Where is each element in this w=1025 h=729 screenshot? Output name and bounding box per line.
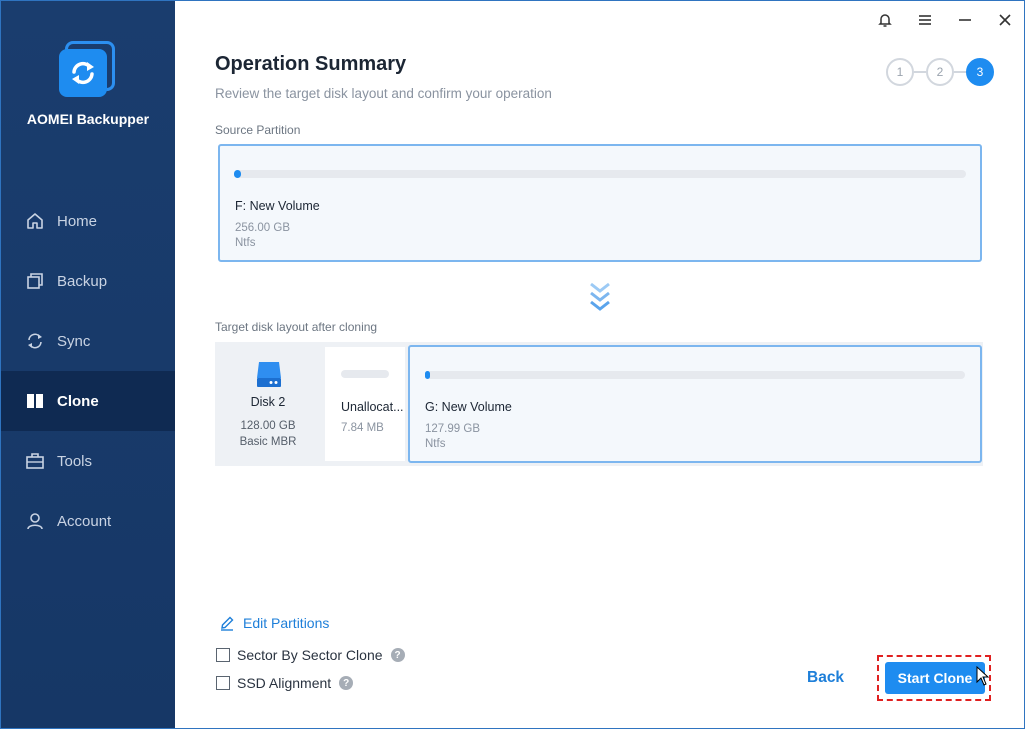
source-usage-bar	[234, 170, 966, 178]
unallocated-bar	[341, 370, 389, 378]
close-icon[interactable]	[994, 9, 1016, 31]
ssd-alignment-label: SSD Alignment	[237, 675, 332, 691]
mouse-cursor-icon	[976, 665, 990, 686]
source-partition-label: Source Partition	[215, 123, 301, 137]
source-volume-name: F: New Volume	[235, 199, 320, 213]
target-layout-label: Target disk layout after cloning	[215, 320, 378, 334]
app-window: AOMEI Backupper Home Backup Sync Clone T…	[0, 0, 1025, 729]
target-usage-bar	[425, 371, 965, 379]
unallocated-name: Unallocat...	[341, 400, 404, 414]
step-3: 3	[966, 58, 994, 86]
edit-partitions-label: Edit Partitions	[243, 615, 330, 631]
sidebar-item-label: Backup	[57, 272, 108, 290]
pencil-icon	[219, 615, 235, 631]
window-controls	[874, 9, 1016, 31]
account-icon	[25, 511, 45, 531]
source-volume-fs: Ntfs	[235, 237, 256, 249]
target-usage-fill	[425, 371, 431, 379]
source-volume-size: 256.00 GB	[235, 222, 290, 234]
sidebar-item-label: Home	[57, 212, 98, 230]
help-icon[interactable]: ?	[390, 648, 405, 662]
sidebar-item-sync[interactable]: Sync	[1, 311, 175, 371]
sync-icon	[25, 331, 45, 351]
sidebar-item-label: Clone	[57, 392, 99, 410]
target-volume-fs: Ntfs	[425, 438, 446, 450]
step-2: 2	[926, 58, 954, 86]
disk-name: Disk 2	[250, 395, 286, 409]
clone-icon	[25, 391, 45, 411]
sidebar-item-backup[interactable]: Backup	[1, 251, 175, 311]
app-name: AOMEI Backupper	[26, 111, 150, 127]
back-button[interactable]: Back	[807, 669, 844, 687]
double-chevron-down-icon	[589, 281, 611, 313]
sector-by-sector-label: Sector By Sector Clone	[237, 647, 383, 663]
sidebar-item-home[interactable]: Home	[1, 191, 175, 251]
start-clone-button[interactable]: Start Clone	[885, 662, 985, 694]
unallocated-partition[interactable]: Unallocat... 7.84 MB	[325, 347, 405, 461]
source-usage-fill	[234, 170, 242, 178]
sidebar-item-tools[interactable]: Tools	[1, 431, 175, 491]
sector-by-sector-checkbox[interactable]	[216, 648, 230, 662]
sidebar: AOMEI Backupper Home Backup Sync Clone T…	[1, 1, 175, 728]
tools-icon	[25, 451, 45, 471]
sidebar-item-label: Tools	[57, 452, 93, 470]
menu-icon[interactable]	[914, 9, 936, 31]
target-disk-layout: Disk 2 128.00 GB Basic MBR Unallocat... …	[215, 342, 983, 466]
sidebar-item-label: Account	[57, 512, 112, 530]
sidebar-item-label: Sync	[57, 332, 91, 350]
bell-icon[interactable]	[874, 9, 896, 31]
app-logo-icon	[57, 39, 119, 101]
sidebar-nav: Home Backup Sync Clone Tools Account	[1, 191, 175, 551]
sidebar-item-clone[interactable]: Clone	[1, 371, 175, 431]
step-indicator: 1 2 3	[886, 58, 994, 86]
step-connector	[954, 71, 966, 73]
source-partition-card[interactable]: F: New Volume 256.00 GB Ntfs	[218, 144, 982, 262]
ssd-alignment-checkbox[interactable]	[216, 676, 230, 690]
target-partition-card[interactable]: G: New Volume 127.99 GB Ntfs	[408, 345, 982, 463]
unallocated-size: 7.84 MB	[341, 422, 384, 434]
minimize-icon[interactable]	[954, 9, 976, 31]
disk-icon	[254, 359, 284, 389]
sector-by-sector-option: Sector By Sector Clone ?	[216, 647, 405, 663]
target-volume-name: G: New Volume	[425, 400, 512, 414]
backup-icon	[25, 271, 45, 291]
step-connector	[914, 71, 926, 73]
disk-size: 128.00 GB	[240, 420, 296, 432]
target-volume-size: 127.99 GB	[425, 423, 480, 435]
disk-type: Basic MBR	[239, 436, 297, 448]
help-icon[interactable]: ?	[339, 676, 354, 690]
edit-partitions-link[interactable]: Edit Partitions	[219, 615, 329, 631]
target-disk-info: Disk 2 128.00 GB Basic MBR	[215, 342, 321, 466]
step-1: 1	[886, 58, 914, 86]
home-icon	[25, 211, 45, 231]
ssd-alignment-option: SSD Alignment ?	[216, 675, 354, 691]
sidebar-item-account[interactable]: Account	[1, 491, 175, 551]
page-title: Operation Summary	[215, 53, 407, 75]
page-subtitle: Review the target disk layout and confir…	[215, 86, 552, 101]
